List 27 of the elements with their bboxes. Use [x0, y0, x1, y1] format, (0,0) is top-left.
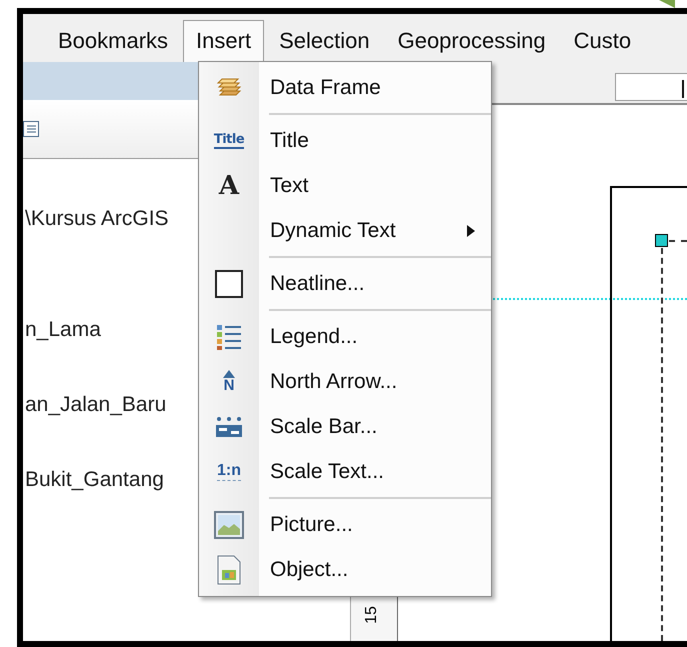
menu-option[interactable]: Data Frame [199, 65, 491, 110]
menu-option[interactable]: Title Title [199, 118, 491, 163]
list-icon[interactable] [23, 121, 39, 137]
menu-option[interactable]: Scale Bar... [199, 404, 491, 449]
document-icon [216, 554, 242, 584]
square-icon [214, 268, 244, 298]
scale-bar-icon [215, 414, 243, 438]
scale-field[interactable] [615, 73, 687, 101]
legend-icon [215, 322, 243, 350]
selection-outline [669, 240, 687, 242]
menu-item[interactable]: Bookmarks [45, 20, 182, 62]
text-icon: A [218, 172, 240, 200]
menu-item[interactable]: Selection [266, 20, 383, 62]
menu-option[interactable]: N North Arrow... [199, 359, 491, 404]
menu-option[interactable]: Neatline... [199, 261, 491, 306]
layers-icon [216, 76, 242, 98]
selection-handle[interactable] [655, 234, 668, 247]
menu-item[interactable]: Custo [560, 20, 644, 62]
menu-item[interactable]: Insert [183, 20, 264, 62]
menu-option[interactable]: Legend... [199, 314, 491, 359]
picture-icon [214, 510, 244, 538]
menu-option[interactable]: A Text [199, 163, 491, 208]
menu-item[interactable]: Geoprocessing [384, 20, 559, 62]
menu-option[interactable]: Dynamic Text [199, 208, 491, 253]
menu-option[interactable]: Picture... [199, 502, 491, 547]
menu-option[interactable]: 1:n Scale Text... [199, 449, 491, 494]
menu-option[interactable]: Object... [199, 547, 491, 592]
